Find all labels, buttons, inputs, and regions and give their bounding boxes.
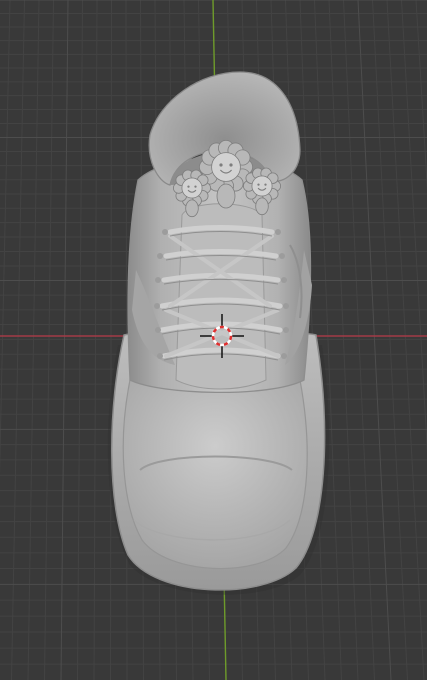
viewport-canvas[interactable] xyxy=(0,0,427,680)
3d-viewport[interactable] xyxy=(0,0,427,680)
